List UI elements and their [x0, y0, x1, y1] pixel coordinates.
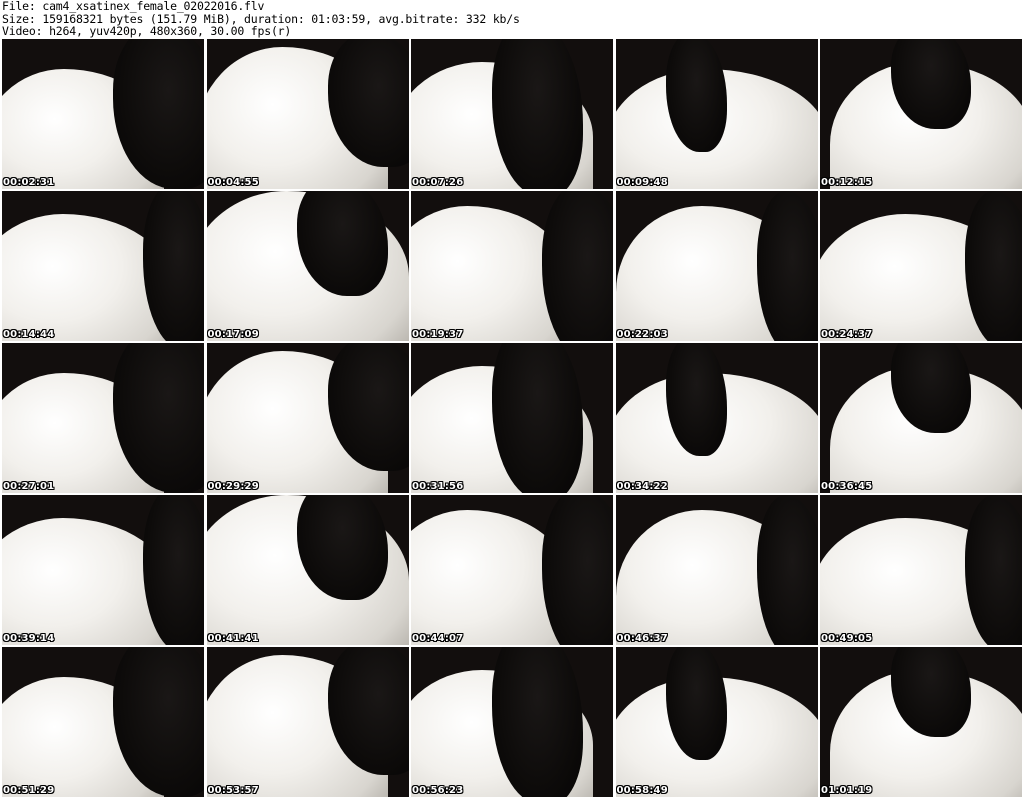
thumbnail-timecode: 00:56:23	[412, 785, 464, 796]
thumbnail-timecode: 00:12:15	[821, 177, 873, 188]
thumbnail-timecode: 00:14:44	[3, 329, 55, 340]
video-thumbnail: 00:51:29	[2, 647, 204, 797]
video-thumbnail: 00:41:41	[206, 495, 409, 645]
thumbnail-timecode: 00:24:37	[821, 329, 873, 340]
thumbnail-timecode: 00:29:29	[207, 481, 259, 492]
thumbnail-dark-region	[756, 191, 818, 341]
video-thumbnail: 01:01:19	[820, 647, 1022, 797]
thumbnail-timecode: 00:41:41	[207, 633, 259, 644]
thumbnail-dark-region	[491, 39, 583, 189]
thumbnail-timecode: 00:07:26	[412, 177, 464, 188]
thumbnail-timecode: 00:02:31	[3, 177, 55, 188]
thumbnail-timecode: 00:44:07	[412, 633, 464, 644]
thumbnail-timecode: 00:09:48	[616, 177, 668, 188]
video-thumbnail: 00:58:49	[615, 647, 818, 797]
video-info-line: Video: h264, yuv420p, 480x360, 30.00 fps…	[2, 24, 292, 38]
video-thumbnail: 00:46:37	[615, 495, 818, 645]
thumbnail-grid: 00:02:31 00:04:55 00:07:26 00:09:48 00:12:15…	[2, 39, 1022, 797]
thumbnail-dark-region	[143, 191, 204, 341]
video-thumbnail: 00:36:45	[820, 343, 1022, 493]
thumbnail-dark-region	[965, 191, 1022, 341]
thumbnail-timecode: 00:17:09	[207, 329, 259, 340]
video-thumbnail: 00:17:09	[206, 191, 409, 341]
thumbnail-timecode: 00:49:05	[821, 633, 873, 644]
thumbnail-dark-region	[143, 495, 204, 645]
video-thumbnail: 00:34:22	[615, 343, 818, 493]
thumbnail-timecode: 00:46:37	[616, 633, 668, 644]
video-thumbnail: 00:14:44	[2, 191, 204, 341]
thumbnail-timecode: 00:19:37	[412, 329, 464, 340]
video-thumbnail: 00:49:05	[820, 495, 1022, 645]
thumbnail-dark-region	[491, 343, 583, 493]
video-thumbnail: 00:19:37	[411, 191, 613, 341]
video-thumbnail: 00:27:01	[2, 343, 204, 493]
thumbnail-dark-region	[965, 495, 1022, 645]
video-thumbnail: 00:07:26	[411, 39, 613, 189]
thumbnail-timecode: 00:31:56	[412, 481, 464, 492]
file-name-line: File: cam4_xsatinex_female_02022016.flv	[2, 0, 265, 13]
video-thumbnail: 00:44:07	[411, 495, 613, 645]
thumbnail-timecode: 00:39:14	[3, 633, 55, 644]
video-thumbnail: 00:02:31	[2, 39, 204, 189]
video-thumbnail: 00:53:57	[206, 647, 409, 797]
video-thumbnail: 00:31:56	[411, 343, 613, 493]
video-thumbnail: 00:39:14	[2, 495, 204, 645]
thumbnail-timecode: 00:27:01	[3, 481, 55, 492]
video-thumbnail: 00:24:37	[820, 191, 1022, 341]
thumbnail-timecode: 00:04:55	[207, 177, 259, 188]
video-thumbnail: 00:09:48	[615, 39, 818, 189]
video-thumbnail: 00:29:29	[206, 343, 409, 493]
thumbnail-timecode: 00:53:57	[207, 785, 259, 796]
thumbnail-dark-region	[756, 495, 818, 645]
video-thumbnail: 00:56:23	[411, 647, 613, 797]
thumbnail-timecode: 00:58:49	[616, 785, 668, 796]
thumbnail-timecode: 00:51:29	[3, 785, 55, 796]
thumbnail-timecode: 00:36:45	[821, 481, 873, 492]
thumbnail-timecode: 01:01:19	[821, 785, 873, 796]
thumbnail-dark-region	[542, 191, 613, 341]
file-info-header: File: cam4_xsatinex_female_02022016.flv …	[2, 0, 1022, 38]
thumbnail-dark-region	[542, 495, 613, 645]
thumbnail-timecode: 00:22:03	[616, 329, 668, 340]
video-thumbnail: 00:12:15	[820, 39, 1022, 189]
thumbnail-dark-region	[491, 647, 583, 797]
video-thumbnail: 00:04:55	[206, 39, 409, 189]
thumbnail-timecode: 00:34:22	[616, 481, 668, 492]
video-thumbnail: 00:22:03	[615, 191, 818, 341]
